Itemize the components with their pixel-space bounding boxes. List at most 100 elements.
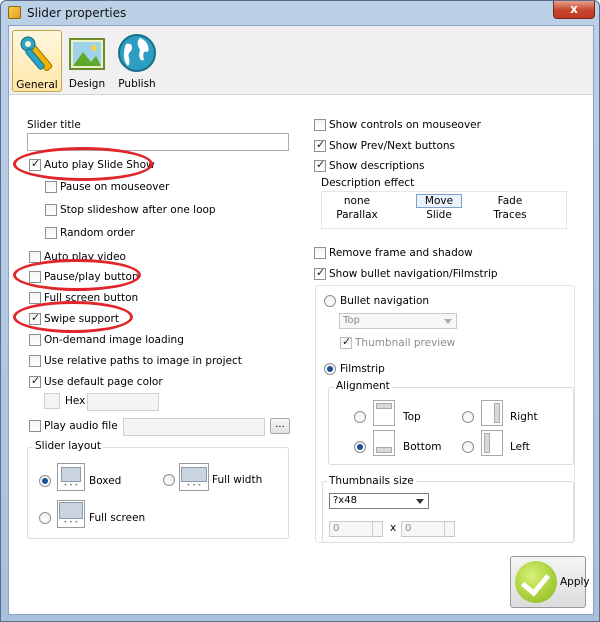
tab-publish[interactable]: Publish: [112, 30, 162, 92]
play-audio-checkbox[interactable]: [29, 420, 41, 432]
hex-label: Hex: [65, 395, 86, 407]
swipe-support-highlight: [13, 301, 133, 333]
browse-audio-button[interactable]: ...: [270, 418, 290, 434]
default-page-color-label: Use default page color: [44, 376, 163, 388]
alignment-group: [328, 387, 574, 465]
tab-design[interactable]: Design: [62, 30, 112, 92]
slider-layout-title: Slider layout: [33, 440, 104, 452]
pause-on-mouseover-label: Pause on mouseover: [60, 181, 170, 193]
show-controls-mouseover-label: Show controls on mouseover: [329, 119, 481, 131]
default-page-color-checkbox[interactable]: [29, 374, 41, 388]
tab-general[interactable]: General: [12, 30, 62, 92]
close-button[interactable]: x: [553, 1, 595, 19]
align-left-label: Left: [510, 441, 530, 453]
filmstrip-radio[interactable]: [324, 363, 336, 375]
show-prev-next-label: Show Prev/Next buttons: [329, 140, 456, 152]
effect-traces[interactable]: Traces: [488, 209, 532, 221]
thumb-width-spinner[interactable]: 0: [329, 521, 383, 537]
hex-color-swatch[interactable]: [44, 393, 60, 409]
app-icon: [8, 6, 21, 19]
show-descriptions-checkbox[interactable]: [314, 158, 326, 172]
relative-paths-checkbox[interactable]: [29, 355, 41, 367]
full-screen-thumbnail: • • •: [57, 500, 85, 528]
align-right-icon: [481, 400, 503, 426]
random-order-label: Random order: [60, 227, 135, 239]
audio-file-input[interactable]: [123, 418, 265, 436]
hex-input[interactable]: [87, 393, 159, 411]
boxed-thumbnail: • • •: [57, 463, 85, 491]
thumbnail-preview-checkbox[interactable]: [340, 335, 352, 349]
stop-after-loop-checkbox[interactable]: [45, 204, 57, 216]
relative-paths-label: Use relative paths to image in project: [44, 355, 242, 367]
on-demand-loading-checkbox[interactable]: [29, 334, 41, 346]
layout-boxed-radio[interactable]: [39, 475, 51, 487]
globe-icon: [118, 34, 156, 72]
chevron-down-icon: [416, 499, 424, 504]
full-width-thumbnail: • • •: [179, 463, 209, 491]
align-bottom-radio[interactable]: [354, 441, 366, 453]
title-bar[interactable]: Slider properties x: [1, 1, 599, 25]
thumb-height-spinner[interactable]: 0: [401, 521, 455, 537]
random-order-checkbox[interactable]: [45, 227, 57, 239]
effect-parallax[interactable]: Parallax: [332, 209, 382, 221]
thumbnail-preview-label: Thumbnail preview: [355, 337, 456, 349]
layout-full-screen-label: Full screen: [89, 512, 146, 524]
layout-full-width-label: Full width: [212, 474, 263, 486]
align-top-label: Top: [403, 411, 421, 423]
show-prev-next-checkbox[interactable]: [314, 138, 326, 152]
thumb-width-value: 0: [333, 523, 340, 534]
general-panel: Slider title Auto play Slide Show Pause …: [9, 94, 593, 614]
filmstrip-label: Filmstrip: [340, 363, 385, 375]
description-effect-label: Description effect: [321, 177, 415, 189]
pause-play-highlight: [13, 259, 141, 291]
slider-title-label: Slider title: [27, 119, 81, 131]
align-top-radio[interactable]: [354, 411, 366, 423]
auto-play-highlight: [13, 147, 153, 181]
description-effect-list[interactable]: none Move Fade Parallax Slide Traces: [321, 191, 567, 229]
wrench-icon: [20, 36, 53, 72]
effect-none[interactable]: none: [332, 195, 382, 207]
show-descriptions-label: Show descriptions: [329, 160, 425, 172]
layout-full-width-radio[interactable]: [163, 474, 175, 486]
picture-icon: [69, 38, 105, 70]
full-screen-button-checkbox[interactable]: [29, 292, 41, 304]
show-controls-mouseover-checkbox[interactable]: [314, 119, 326, 131]
bullet-navigation-radio[interactable]: [324, 295, 336, 307]
remove-frame-label: Remove frame and shadow: [329, 247, 473, 259]
align-bottom-label: Bottom: [403, 441, 442, 453]
dialog-window: Slider properties x General Design Publi…: [0, 0, 600, 622]
tab-general-label: General: [16, 79, 58, 91]
play-audio-label: Play audio file: [44, 420, 118, 432]
align-left-icon: [481, 430, 503, 456]
layout-full-screen-radio[interactable]: [39, 512, 51, 524]
stop-after-loop-label: Stop slideshow after one loop: [60, 204, 216, 216]
effect-slide[interactable]: Slide: [416, 209, 462, 221]
window-title: Slider properties: [27, 6, 127, 20]
show-bullet-nav-checkbox[interactable]: [314, 266, 326, 280]
bullet-position-select[interactable]: Top: [339, 313, 457, 329]
align-right-radio[interactable]: [462, 411, 474, 423]
chevron-down-icon: [444, 319, 452, 324]
effect-move[interactable]: Move: [416, 194, 462, 208]
align-left-radio[interactable]: [462, 441, 474, 453]
on-demand-loading-label: On-demand image loading: [44, 334, 184, 346]
spin-down-icon[interactable]: [372, 529, 382, 536]
spin-down-icon[interactable]: [444, 529, 454, 536]
spin-up-icon[interactable]: [444, 522, 454, 529]
pause-on-mouseover-checkbox[interactable]: [45, 181, 57, 193]
effect-fade[interactable]: Fade: [488, 195, 532, 207]
thumb-size-value: ?x48: [333, 495, 357, 506]
align-bottom-icon: [373, 430, 395, 456]
bullet-navigation-label: Bullet navigation: [340, 295, 430, 307]
thumb-height-value: 0: [405, 523, 412, 534]
times-sign: x: [390, 522, 397, 534]
apply-button[interactable]: Apply: [510, 556, 590, 608]
thumb-size-select[interactable]: ?x48: [329, 493, 429, 509]
align-top-icon: [373, 400, 395, 426]
dialog-client: General Design Publish Slider title ✓ Au…: [8, 25, 594, 615]
remove-frame-checkbox[interactable]: [314, 247, 326, 259]
spin-up-icon[interactable]: [372, 522, 382, 529]
checkmark-icon: [515, 561, 557, 603]
alignment-title: Alignment: [334, 380, 392, 392]
bullet-position-value: Top: [343, 315, 360, 326]
